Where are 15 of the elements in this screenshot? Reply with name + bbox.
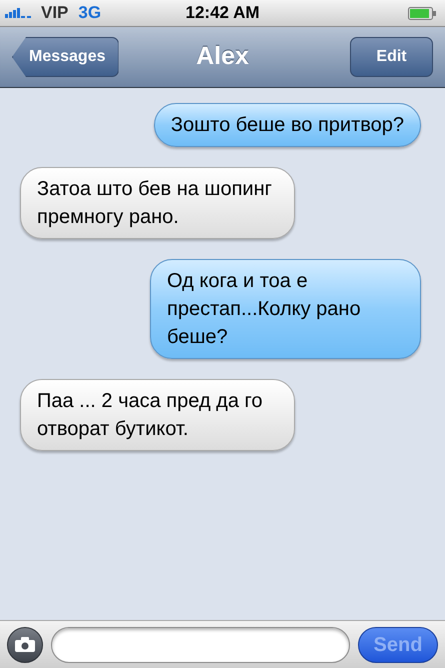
back-button[interactable]: Messages (12, 37, 118, 77)
contact-name: Alex (196, 41, 249, 72)
message-input-field[interactable] (51, 626, 350, 662)
sent-message-bubble: Од кога и тоа е престап...Колку рано беше? (150, 259, 421, 359)
clock-time: 12:42 AM (186, 2, 260, 24)
battery-icon (408, 6, 436, 20)
sent-message-bubble: Зошто беше во притвор? (154, 103, 421, 147)
received-message-bubble: Паа ... 2 часа пред да го отворат бутикот. (20, 379, 295, 451)
signal-icon (5, 8, 33, 18)
edit-button[interactable]: Edit (350, 37, 433, 77)
camera-icon (15, 637, 35, 652)
carrier-name: VIP (41, 2, 68, 24)
network-type: 3G (78, 2, 102, 24)
received-message-bubble: Затоа што бев на шопинг премногу рано. (20, 167, 295, 239)
camera-button[interactable] (7, 626, 43, 662)
